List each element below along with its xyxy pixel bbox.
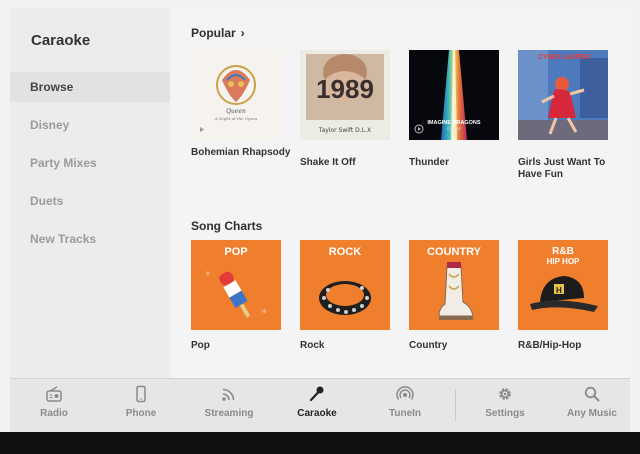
sidebar-item-party-mixes[interactable]: Party Mixes [10,148,170,178]
microphone-icon [277,385,357,405]
album-label: Bohemian Rhapsody [191,147,291,158]
svg-text:✳: ✳ [261,307,268,316]
app-screen: Caraoke Browse Disney Party Mixes Duets … [10,8,630,432]
album-art-text: Queen [226,108,246,115]
chart-tile-rnb-hip-hop[interactable]: R&B HIP HOP H [518,240,608,330]
album-art-text: IMAGINE DRAGONS [427,120,481,126]
pop-chart-art: POP ✳ ✳ [191,240,281,330]
chart-art-text-2: HIP HOP [547,257,580,266]
album-label: Thunder [409,157,449,168]
album-tile-bohemian-rhapsody[interactable]: Queen A Night at the Opera [191,50,281,140]
album-tile-girls-just-want-to-have-fun[interactable]: CYNDI LAUPER [518,50,608,140]
chart-art-text: ROCK [329,246,361,258]
svg-text:✳: ✳ [205,270,211,278]
nav-label: Caraoke [297,408,337,419]
app-title: Caraoke [31,32,91,49]
sidebar-item-duets[interactable]: Duets [10,186,170,216]
nav-label: Settings [485,408,525,419]
nav-label: Any Music [566,408,617,419]
main-content: Popular › Queen A Night at the Opera Bohe… [170,8,630,378]
song-charts-title: Song Charts [191,219,263,233]
album-art-subtext: A Night at the Opera [214,116,258,121]
sidebar-item-browse[interactable]: Browse [10,72,170,102]
evolve-album-art: IMAGINE DRAGONS EVOLVE [409,50,499,140]
chart-label: Rock [300,340,325,351]
chart-tile-pop[interactable]: POP ✳ ✳ [191,240,281,330]
rnb-hiphop-chart-art: R&B HIP HOP H [518,240,608,330]
nav-radio[interactable]: Radio [14,385,94,419]
nav-any-music[interactable]: Any Music [552,385,630,419]
chart-art-text: COUNTRY [427,246,482,258]
album-art-text: 1989 [316,74,374,104]
popular-header[interactable]: Popular › [191,26,245,40]
nav-label: Radio [40,408,68,419]
chart-label: Pop [191,340,210,351]
sidebar: Caraoke Browse Disney Party Mixes Duets … [10,8,170,378]
album-art-subtext: Taylor Swift D.L.X [318,127,371,134]
chart-label: Country [409,340,448,351]
chart-tile-country[interactable]: COUNTRY [409,240,499,330]
nav-divider [455,389,456,421]
tunein-icon [365,385,445,405]
nav-phone[interactable]: Phone [101,385,181,419]
chart-art-text: POP [224,246,247,258]
svg-text:H: H [556,286,562,295]
phone-icon [101,385,181,405]
album-label: Shake It Off [300,157,356,168]
radio-icon [14,385,94,405]
album-art-text: CYNDI LAUPER [538,54,591,61]
nav-streaming[interactable]: Streaming [189,385,269,419]
1989-album-art: 1989 Taylor Swift D.L.X [300,50,390,140]
album-tile-shake-it-off[interactable]: 1989 Taylor Swift D.L.X [300,50,390,140]
album-tile-thunder[interactable]: IMAGINE DRAGONS EVOLVE [409,50,499,140]
chart-art-text-1: R&B [552,246,574,257]
popular-title: Popular [191,26,236,40]
nav-label: TuneIn [388,408,422,419]
chart-tile-rock[interactable]: ROCK [300,240,390,330]
chart-label: R&B/Hip-Hop [518,340,582,351]
queen-album-art: Queen A Night at the Opera [191,50,281,140]
nav-tunein[interactable]: TuneIn [365,385,445,419]
search-icon [552,385,630,405]
gear-icon [465,385,545,405]
album-label: Girls Just Want To Have Fun [518,157,606,180]
nav-caraoke[interactable]: Caraoke [277,385,357,419]
nav-label: Streaming [204,408,254,419]
streaming-icon [189,385,269,405]
nav-settings[interactable]: Settings [465,385,545,419]
rock-chart-art: ROCK [300,240,390,330]
sidebar-item-disney[interactable]: Disney [10,110,170,140]
country-chart-art: COUNTRY [409,240,499,330]
sidebar-item-new-tracks[interactable]: New Tracks [10,224,170,254]
screen-bezel [0,432,640,454]
nav-label: Phone [125,408,157,419]
cyndi-lauper-album-art: CYNDI LAUPER [518,50,608,140]
album-art-subtext: EVOLVE [447,127,461,131]
bottom-nav-bar: Radio Phone Streaming Caraoke TuneIn Set… [10,378,630,432]
chevron-right-icon: › [240,26,245,40]
